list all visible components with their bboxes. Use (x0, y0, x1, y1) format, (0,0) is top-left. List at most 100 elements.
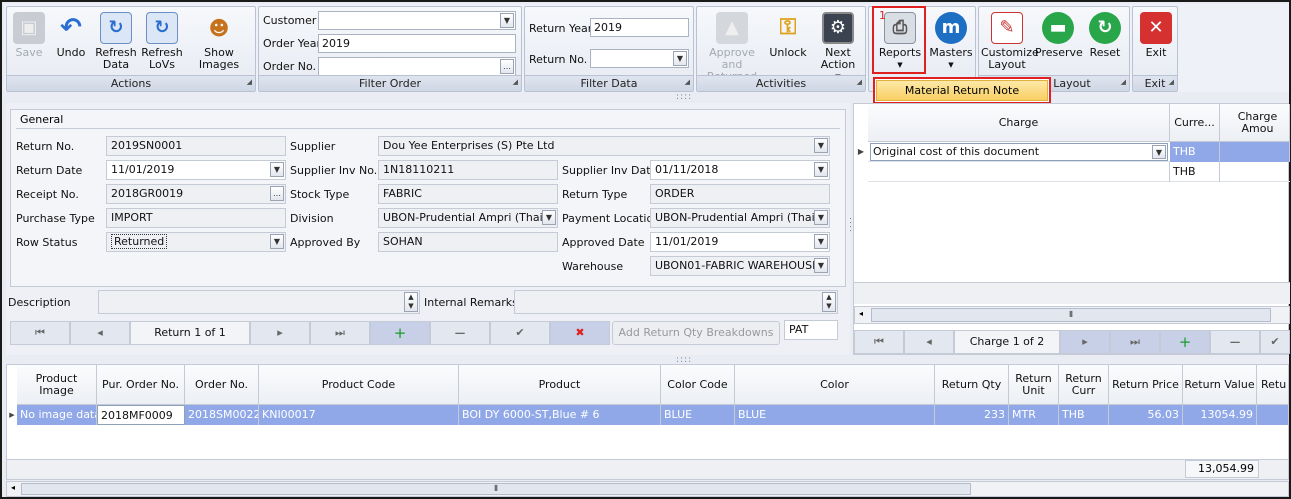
supplier-select[interactable]: Dou Yee Enterprises (S) Pte Ltd ▼ (378, 136, 830, 156)
nav-add-button[interactable]: + (370, 321, 430, 345)
col-product-code[interactable]: Product Code (259, 365, 459, 405)
nav-first-button[interactable]: ⏮ (10, 321, 70, 345)
refresh-lovs-button[interactable]: ↻ Refresh LoVs (139, 10, 185, 76)
scroll-thumb[interactable]: ⦀ (21, 483, 971, 495)
cell-order[interactable]: 2018SM0022 (185, 405, 259, 425)
return-date-field[interactable]: 11/01/2019 ▼ (106, 160, 286, 180)
amount-cell[interactable] (1220, 142, 1290, 162)
ellipsis-icon[interactable]: … (500, 59, 514, 74)
charges-hscroll-bar[interactable]: ◂ ⦀ (854, 306, 1290, 324)
receipt-no-field[interactable]: 2018GR0019… (106, 184, 286, 204)
add-return-qty-breakdowns-button[interactable]: Add Return Qty Breakdowns (612, 321, 780, 345)
currency-header[interactable]: Curre... (1170, 104, 1220, 142)
chevron-down-icon[interactable]: ▼ (542, 210, 556, 225)
launcher-icon[interactable]: ◢ (685, 75, 690, 90)
charge-nav-last[interactable]: ⏭ (1110, 330, 1160, 354)
charge-nav-confirm[interactable]: ✔ (1260, 330, 1290, 354)
charge-row-1[interactable]: Original cost of this document ▼ THB (868, 142, 1290, 162)
customer-select[interactable]: ▼ (318, 11, 516, 30)
masters-button[interactable]: m Masters ▼ (927, 10, 975, 76)
nav-remove-button[interactable]: − (430, 321, 490, 345)
chevron-down-icon[interactable]: ▼ (814, 138, 828, 153)
approved-by-field[interactable]: SOHAN (378, 232, 558, 252)
exit-button[interactable]: ✕ Exit (1137, 10, 1175, 76)
preserve-button[interactable]: ▬ Preserve (1035, 10, 1083, 76)
cell-color[interactable]: BLUE (735, 405, 935, 425)
charge-amount-header[interactable]: Charge Amou (1220, 104, 1290, 142)
splitter-top[interactable]: :::: (676, 92, 692, 102)
spin-icon[interactable]: ▲ ▼ (404, 292, 418, 312)
col-order-no[interactable]: Order No. (185, 365, 259, 405)
charge-nav-first[interactable]: ⏮ (854, 330, 904, 354)
chevron-down-icon[interactable]: ▼ (1152, 145, 1166, 159)
col-return-value[interactable]: Return Value (1183, 365, 1257, 405)
cell-price[interactable]: 56.03 (1109, 405, 1183, 425)
cell-unit[interactable]: MTR (1009, 405, 1059, 425)
currency-cell[interactable]: THB (1170, 142, 1220, 162)
charges-hscroll[interactable] (854, 282, 1290, 304)
charge-nav-next[interactable]: ▸ (1060, 330, 1110, 354)
chevron-down-icon[interactable]: ▼ (814, 258, 828, 273)
nav-cancel-button[interactable]: ✖ (550, 321, 610, 345)
charge-nav-add[interactable]: + (1160, 330, 1210, 354)
chevron-down-icon[interactable]: ▼ (500, 13, 514, 28)
table-row[interactable]: No image data 2018MF0009 2018SM0022 KNI0… (17, 405, 1288, 425)
return-year-field[interactable]: 2019 (590, 18, 689, 37)
cell-product[interactable]: BOI DY 6000-ST,Blue # 6 (459, 405, 661, 425)
chevron-down-icon[interactable]: ▼ (814, 162, 828, 177)
return-no-select[interactable]: ▼ (590, 49, 689, 68)
chevron-down-icon[interactable]: ▼ (270, 234, 284, 249)
scroll-left-icon[interactable]: ◂ (11, 483, 15, 492)
col-color[interactable]: Color (735, 365, 935, 405)
charge-cell[interactable] (868, 162, 1170, 182)
approve-returned-button[interactable]: ▲ Approve and Returned (699, 10, 765, 83)
warehouse-select[interactable]: UBON01-FABRIC WAREHOUSE ▼ (650, 256, 830, 276)
cell-pur-order[interactable]: 2018MF0009 (97, 405, 185, 425)
launcher-icon[interactable]: ◢ (247, 75, 252, 90)
currency-cell[interactable]: THB (1170, 162, 1220, 182)
nav-confirm-button[interactable]: ✔ (490, 321, 550, 345)
description-field[interactable]: ▲ ▼ (98, 290, 420, 314)
chevron-down-icon[interactable]: ▼ (673, 51, 687, 66)
order-no-field[interactable]: … (318, 57, 516, 76)
row-status-select[interactable]: Returned ▼ (106, 232, 286, 252)
unlock-button[interactable]: ⚿ Unlock (767, 10, 809, 76)
payment-location-select[interactable]: UBON-Prudential Ampri (Thail... ▼ (650, 208, 830, 228)
customize-layout-button[interactable]: ✎ Customize Layout (981, 10, 1039, 76)
col-color-code[interactable]: Color Code (661, 365, 735, 405)
col-return-unit[interactable]: Return Unit (1009, 365, 1059, 405)
supplier-inv-no-field[interactable]: 1N18110211 (378, 160, 558, 180)
stock-type-field[interactable]: FABRIC (378, 184, 558, 204)
launcher-icon[interactable]: ◢ (513, 75, 518, 90)
material-return-note-item[interactable]: Material Return Note (876, 80, 1048, 101)
division-select[interactable]: UBON-Prudential Ampri (Thail... ▼ (378, 208, 558, 228)
approved-date-field[interactable]: 11/01/2019 ▼ (650, 232, 830, 252)
chevron-down-icon[interactable]: ▼ (814, 210, 828, 225)
nav-next-button[interactable]: ▸ (250, 321, 310, 345)
supplier-inv-date-field[interactable]: 01/11/2018 ▼ (650, 160, 830, 180)
nav-last-button[interactable]: ⏭ (310, 321, 370, 345)
col-product[interactable]: Product (459, 365, 661, 405)
save-button[interactable]: ▣ Save (9, 10, 49, 76)
return-type-field[interactable]: ORDER (650, 184, 830, 204)
cell-qty[interactable]: 233 (935, 405, 1009, 425)
col-return-price[interactable]: Return Price (1109, 365, 1183, 405)
charge-nav-prev[interactable]: ◂ (904, 330, 954, 354)
ellipsis-icon[interactable]: … (270, 186, 284, 201)
col-product-image[interactable]: Product Image (17, 365, 97, 405)
cell-value[interactable]: 13054.99 (1183, 405, 1257, 425)
chevron-down-icon[interactable]: ▼ (270, 162, 284, 177)
charge-header[interactable]: Charge (868, 104, 1170, 142)
reset-button[interactable]: ↻ Reset (1083, 10, 1127, 76)
nav-prev-button[interactable]: ◂ (70, 321, 130, 345)
col-return-curr[interactable]: Return Curr (1059, 365, 1109, 405)
launcher-icon[interactable]: ◢ (1169, 75, 1174, 90)
scroll-thumb[interactable]: ⦀ (871, 308, 1271, 322)
launcher-icon[interactable]: ◢ (1121, 75, 1126, 90)
col-pur-order-no[interactable]: Pur. Order No. (97, 365, 185, 405)
charge-row-2[interactable]: THB (868, 162, 1290, 182)
charge-cell[interactable]: Original cost of this document ▼ (870, 143, 1168, 161)
internal-remarks-field[interactable]: ▲ ▼ (514, 290, 838, 314)
charge-nav-remove[interactable]: − (1210, 330, 1260, 354)
return-no-field[interactable]: 2019SN0001 (106, 136, 286, 156)
